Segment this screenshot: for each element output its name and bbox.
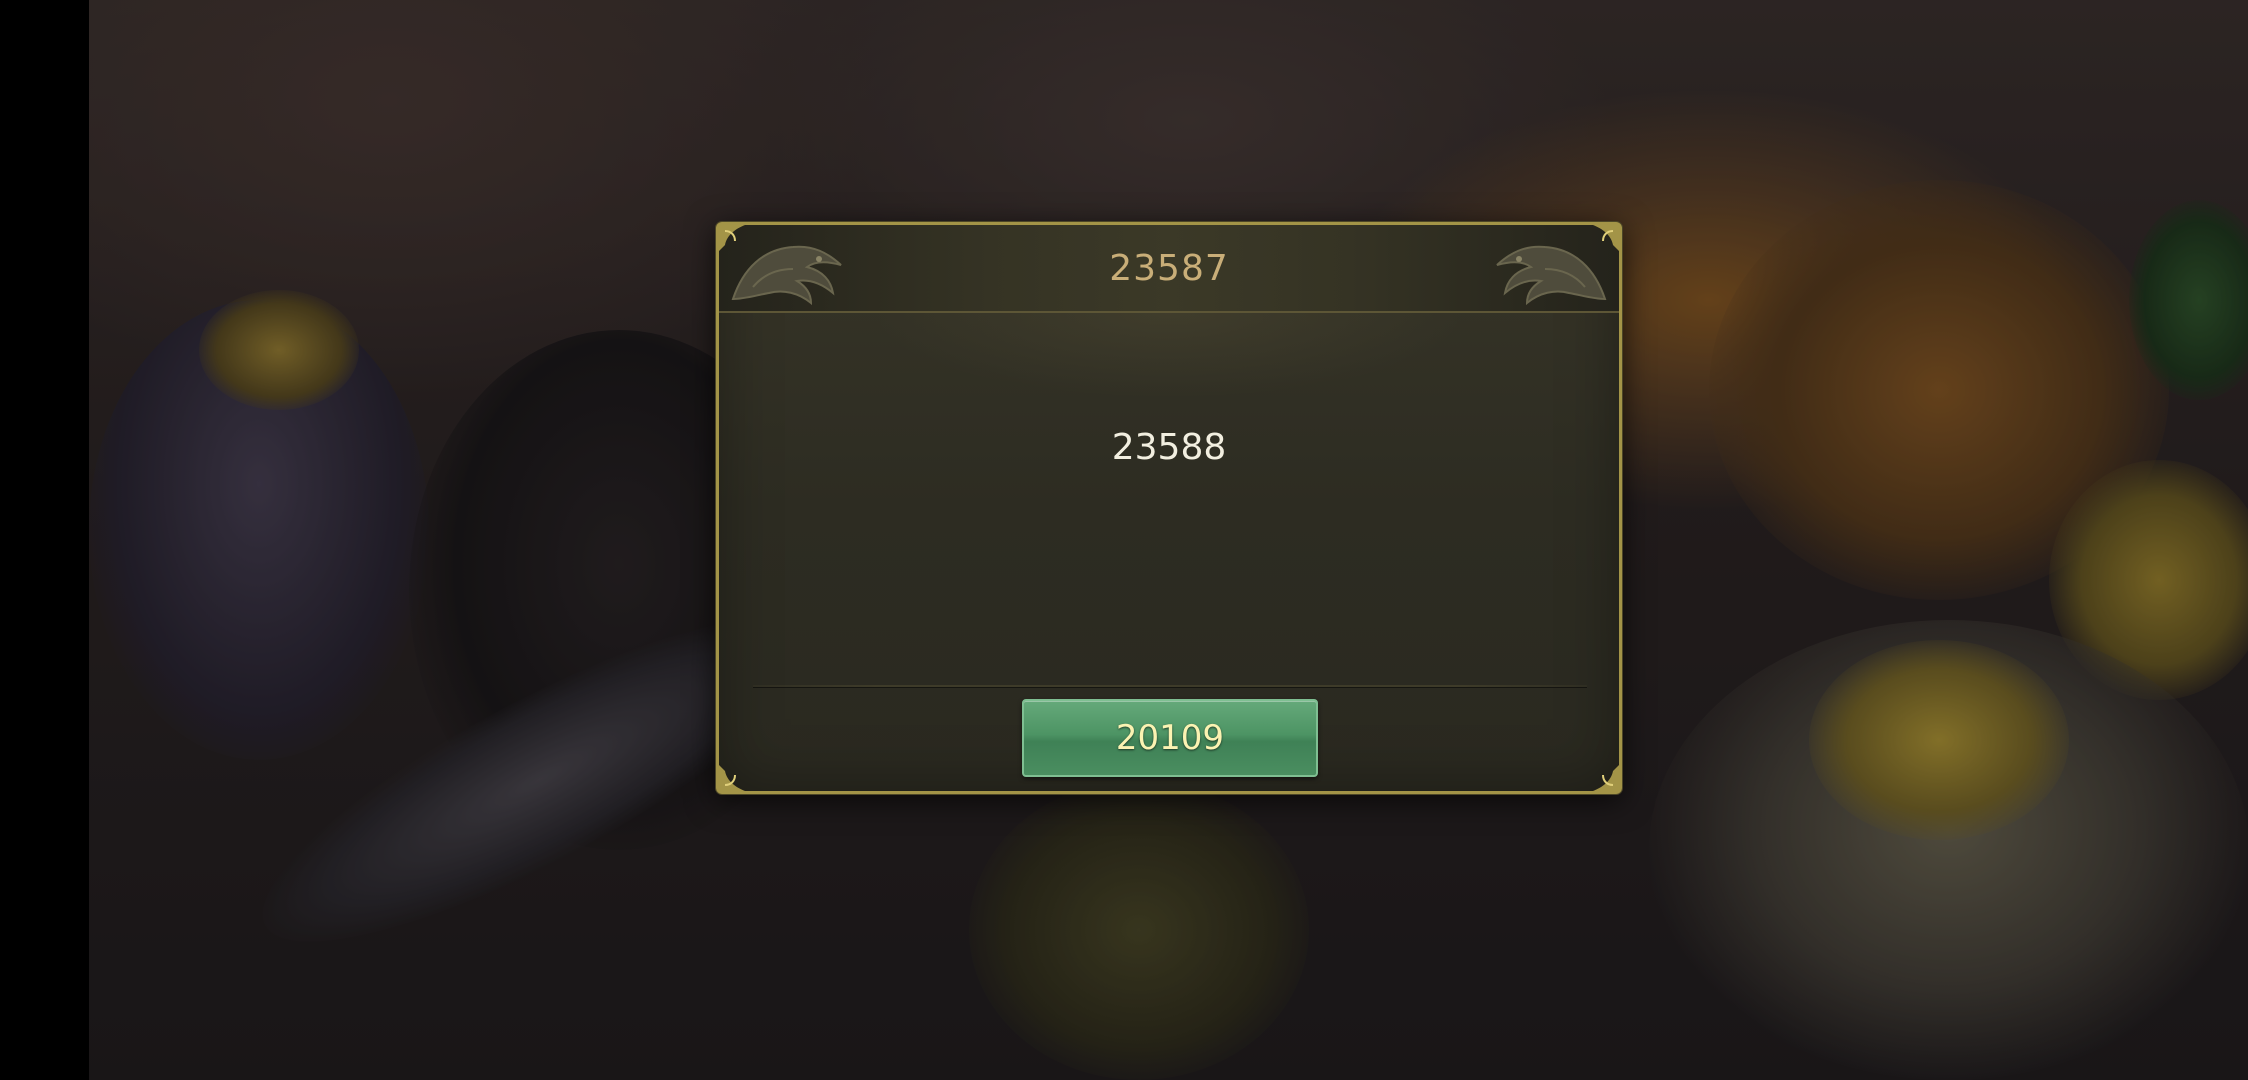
dialog-divider — [753, 685, 1587, 687]
popup-dialog: 23587 23588 20109 — [716, 222, 1622, 794]
corner-ornament-icon — [719, 225, 745, 251]
corner-ornament-icon — [1593, 225, 1619, 251]
dialog-header: 23587 — [719, 225, 1619, 313]
black-side-bar — [0, 0, 89, 1080]
dialog-message: 23588 — [1111, 427, 1227, 468]
confirm-button[interactable]: 20109 — [1022, 699, 1318, 777]
dialog-body: 23588 — [719, 313, 1619, 677]
corner-ornament-icon — [719, 765, 745, 791]
game-screen: 23587 23588 20109 — [0, 0, 2248, 1080]
corner-ornament-icon — [1593, 765, 1619, 791]
dialog-title: 23587 — [1109, 248, 1229, 289]
confirm-button-label: 20109 — [1115, 718, 1225, 758]
